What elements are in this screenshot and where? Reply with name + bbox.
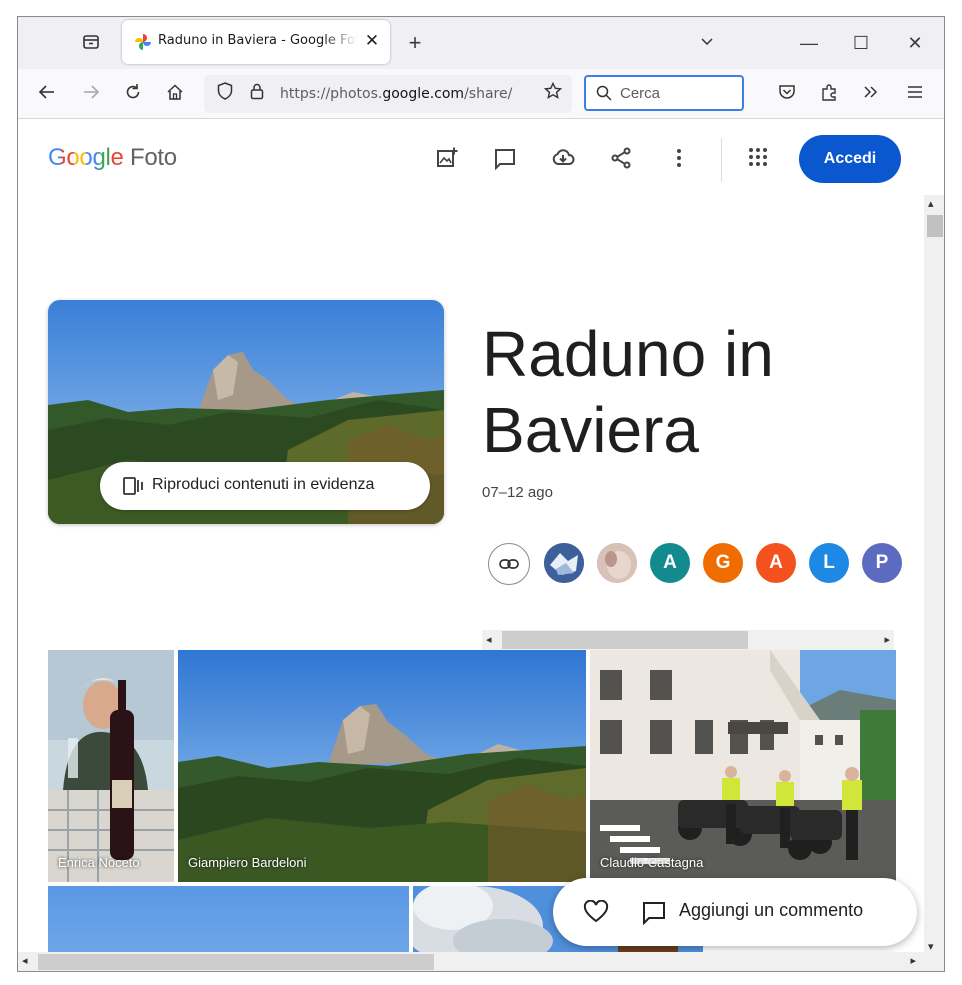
add-photo-icon[interactable]: [432, 146, 462, 176]
album-cover-photo[interactable]: Riproduci contenuti in evidenza: [48, 300, 444, 524]
navigation-toolbar: https://photos.google.com/share/ Cerca: [18, 69, 944, 119]
photo-tile[interactable]: Enrica Noceto: [48, 650, 174, 882]
photo-tile[interactable]: Giampiero Bardeloni: [178, 650, 586, 882]
tracking-protection-shield-icon[interactable]: [212, 81, 238, 107]
search-input[interactable]: Cerca: [584, 75, 744, 111]
reload-icon[interactable]: [120, 82, 146, 108]
add-comment-button[interactable]: Aggiungi un commento: [679, 900, 863, 921]
comment-bar: Aggiungi un commento: [553, 878, 917, 946]
sign-in-button[interactable]: Accedi: [799, 135, 901, 183]
search-placeholder: Cerca: [620, 85, 661, 102]
google-photos-logo[interactable]: Google Foto: [48, 144, 177, 172]
photo-tile[interactable]: Claudio Castagna: [590, 650, 896, 882]
copy-link-button[interactable]: [488, 543, 530, 585]
google-photos-favicon-icon: [134, 33, 152, 51]
contributor-avatar[interactable]: G: [703, 543, 743, 583]
scroll-right-icon[interactable]: ▸: [884, 633, 890, 646]
contributor-avatar[interactable]: L: [809, 543, 849, 583]
back-arrow-icon[interactable]: [34, 82, 60, 108]
page-content: Google Foto Accedi Riproduci contenuti i…: [18, 120, 924, 952]
contributor-avatar-photo[interactable]: [597, 543, 637, 583]
photo-owner-label: Giampiero Bardeloni: [188, 855, 307, 870]
more-options-icon[interactable]: [664, 146, 694, 176]
scroll-left-icon[interactable]: ◂: [22, 954, 28, 967]
cloud-download-icon[interactable]: [548, 146, 578, 176]
header-divider: [721, 138, 722, 182]
scroll-left-icon[interactable]: ◂: [486, 633, 492, 646]
list-all-tabs-icon[interactable]: [696, 32, 718, 54]
minimize-button[interactable]: —: [798, 32, 820, 54]
home-icon[interactable]: [162, 82, 188, 108]
play-highlights-button[interactable]: Riproduci contenuti in evidenza: [100, 462, 430, 510]
search-icon: [595, 84, 613, 107]
contributor-avatar[interactable]: A: [650, 543, 690, 583]
new-tab-button[interactable]: +: [404, 32, 426, 54]
share-icon[interactable]: [606, 146, 636, 176]
extensions-icon[interactable]: [816, 82, 842, 108]
comment-icon[interactable]: [490, 146, 520, 176]
photo-owner-label: Claudio Castagna: [600, 855, 704, 870]
contributors-scrollbar[interactable]: ◂ ▸: [482, 630, 894, 650]
like-heart-icon[interactable]: [583, 899, 609, 929]
lock-icon[interactable]: [244, 81, 270, 107]
contributor-avatar-photo[interactable]: [544, 543, 584, 583]
comment-icon[interactable]: [641, 900, 667, 931]
album-dates: 07–12 ago: [482, 484, 553, 501]
scroll-right-icon[interactable]: ▸: [910, 954, 916, 967]
horizontal-scrollbar[interactable]: ◂ ▸: [18, 952, 944, 971]
tab-bar: Raduno in Baviera - Google Foto ✕ + — ☐ …: [18, 17, 944, 69]
photo-owner-label: Enrica Noceto: [58, 855, 140, 870]
tab-close-button[interactable]: ✕: [362, 31, 382, 51]
contributor-avatar[interactable]: P: [862, 543, 902, 583]
browser-window: Raduno in Baviera - Google Foto ✕ + — ☐ …: [17, 16, 945, 972]
url-text[interactable]: https://photos.google.com/share/: [280, 86, 540, 102]
slideshow-icon: [122, 476, 144, 501]
pocket-icon[interactable]: [774, 82, 800, 108]
browser-tab-active[interactable]: Raduno in Baviera - Google Foto ✕: [122, 20, 390, 64]
photo-tile[interactable]: [48, 886, 409, 952]
contributor-avatar[interactable]: A: [756, 543, 796, 583]
album-title: Raduno in Baviera: [482, 318, 774, 466]
apps-grid-icon[interactable]: [743, 146, 773, 176]
bookmark-star-icon[interactable]: [540, 81, 566, 107]
firefox-view-icon[interactable]: [80, 32, 102, 54]
vertical-scrollbar[interactable]: ▴ ▾: [924, 195, 944, 955]
window-close-button[interactable]: ✕: [904, 32, 926, 54]
overflow-menu-icon[interactable]: [858, 82, 884, 108]
link-icon: [499, 556, 519, 577]
url-bar[interactable]: https://photos.google.com/share/: [204, 75, 572, 113]
maximize-button[interactable]: ☐: [850, 32, 872, 54]
hamburger-menu-icon[interactable]: [902, 82, 928, 108]
forward-arrow-icon[interactable]: [78, 82, 104, 108]
play-highlights-label: Riproduci contenuti in evidenza: [152, 476, 375, 493]
scroll-up-icon[interactable]: ▴: [928, 197, 934, 210]
